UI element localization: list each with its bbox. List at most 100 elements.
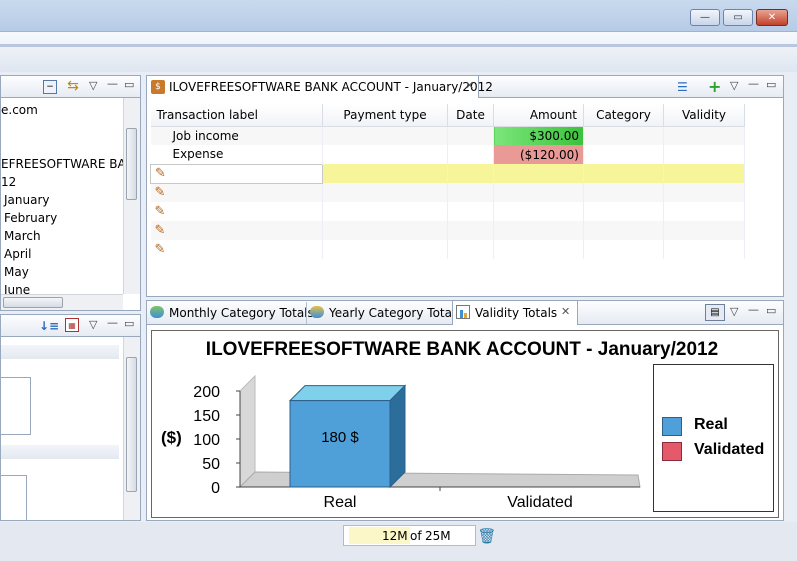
- close-window-button[interactable]: ✕: [756, 9, 788, 26]
- tree-item[interactable]: 12: [1, 175, 16, 189]
- empty-row[interactable]: ✎: [150, 240, 745, 259]
- view-menu-icon[interactable]: ▽: [730, 79, 738, 93]
- column-header[interactable]: Category: [583, 104, 664, 127]
- edit-cell[interactable]: [663, 164, 745, 183]
- legend-swatch-real: [662, 417, 682, 436]
- tree-item[interactable]: May: [4, 265, 29, 279]
- tab-title: ILOVEFREESOFTWARE BANK ACCOUNT - January…: [169, 80, 493, 94]
- bank-account-icon: $: [151, 80, 165, 94]
- transactions-table: Transaction label Payment type Date Amou…: [150, 104, 745, 259]
- table-row[interactable]: Job income $300.00: [150, 126, 745, 145]
- tree-item[interactable]: e.com: [1, 103, 38, 117]
- panel-strip: [1, 345, 119, 359]
- navigator-pane: − ⇆ ▽ — ▭ e.com EFREESOFTWARE BANK A 12 …: [0, 75, 141, 311]
- tab-label: Monthly Category Totals: [169, 306, 314, 320]
- tab-account[interactable]: $ ILOVEFREESOFTWARE BANK ACCOUNT - Janua…: [147, 76, 493, 98]
- panel-box: [1, 377, 31, 435]
- column-header[interactable]: Amount: [493, 104, 584, 127]
- pencil-icon: ✎: [154, 204, 166, 219]
- x-tick-label: Validated: [507, 494, 573, 511]
- maximize-view-icon[interactable]: ▭: [124, 317, 134, 331]
- transaction-label[interactable]: Expense: [150, 145, 323, 164]
- new-entry-input[interactable]: ✎: [150, 163, 323, 184]
- secondary-vertical-scrollbar[interactable]: [123, 337, 140, 520]
- minimize-view-icon[interactable]: —: [107, 316, 118, 330]
- y-tick-label: 0: [211, 480, 220, 497]
- minimize-view-icon[interactable]: —: [107, 77, 118, 91]
- tab-monthly-category-totals[interactable]: Monthly Category Totals: [147, 302, 314, 324]
- date-cell[interactable]: [447, 145, 494, 164]
- heap-used-text: 12M: [382, 529, 408, 543]
- chart-options-icon[interactable]: ▤: [705, 304, 725, 321]
- panel-box: [1, 475, 27, 521]
- tree-item[interactable]: March: [4, 229, 41, 243]
- tab-validity-totals[interactable]: Validity Totals ✕: [452, 301, 578, 325]
- scrollbar-thumb[interactable]: [126, 357, 137, 492]
- category-cell[interactable]: [583, 126, 664, 145]
- tree-item[interactable]: April: [4, 247, 31, 261]
- secondary-pane: ↓≡ ▦ ▽ — ▭: [0, 314, 141, 521]
- column-header[interactable]: Payment type: [322, 104, 448, 127]
- chart-area: ILOVEFREESOFTWARE BANK ACCOUNT - January…: [151, 330, 779, 518]
- edit-cell[interactable]: [322, 164, 448, 183]
- validity-cell[interactable]: [663, 145, 745, 164]
- tab-label: Validity Totals: [475, 306, 558, 320]
- garbage-collect-icon[interactable]: 🗑: [477, 527, 496, 545]
- add-transaction-icon[interactable]: +: [708, 77, 721, 96]
- calendar-icon[interactable]: ▦: [65, 318, 79, 332]
- maximize-button[interactable]: ▭: [723, 9, 753, 26]
- column-header[interactable]: Transaction label: [150, 104, 323, 127]
- tree-item[interactable]: EFREESOFTWARE BANK A: [1, 157, 123, 171]
- amount-cell[interactable]: ($120.00): [493, 145, 584, 164]
- payment-type-cell[interactable]: [322, 145, 448, 164]
- pencil-icon: ✎: [154, 223, 166, 238]
- validity-cell[interactable]: [663, 126, 745, 145]
- scrollbar-thumb[interactable]: [3, 297, 63, 308]
- y-tick-label: 100: [193, 432, 220, 449]
- tree-item[interactable]: February: [4, 211, 57, 225]
- column-header[interactable]: Validity: [663, 104, 745, 127]
- edit-cell[interactable]: [583, 164, 664, 183]
- collapse-all-icon[interactable]: −: [43, 80, 57, 94]
- tree-horizontal-scrollbar[interactable]: [1, 294, 123, 310]
- close-tab-icon[interactable]: ✕: [561, 305, 570, 318]
- date-cell[interactable]: [447, 126, 494, 145]
- totals-pane: Monthly Category Totals Yearly Category …: [146, 300, 784, 521]
- maximize-view-icon[interactable]: ▭: [766, 78, 776, 92]
- pie-chart-icon: [310, 306, 324, 318]
- view-menu-icon[interactable]: ▽: [730, 305, 738, 319]
- tree-vertical-scrollbar[interactable]: [123, 98, 140, 294]
- link-editor-icon[interactable]: ⇆: [65, 78, 81, 94]
- view-menu-icon[interactable]: ▽: [89, 318, 97, 332]
- heap-status[interactable]: 12M of 25M: [343, 525, 476, 546]
- pie-chart-icon: [150, 306, 164, 318]
- tree-item[interactable]: June: [4, 283, 30, 294]
- scrollbar-thumb[interactable]: [126, 128, 137, 200]
- bar-chart-icon: [456, 305, 470, 319]
- close-tab-icon[interactable]: ✕: [465, 79, 474, 92]
- tab-yearly-category-totals[interactable]: Yearly Category Totals: [306, 302, 462, 324]
- empty-row[interactable]: ✎: [150, 221, 745, 240]
- new-entry-row[interactable]: ✎: [150, 163, 745, 184]
- edit-cell[interactable]: [493, 164, 584, 183]
- view-menu-icon[interactable]: ▽: [89, 79, 97, 93]
- minimize-view-icon[interactable]: —: [748, 303, 759, 317]
- minimize-button[interactable]: —: [690, 9, 720, 26]
- account-tree: e.com EFREESOFTWARE BANK A 12 January Fe…: [1, 98, 123, 294]
- transaction-label[interactable]: Job income: [150, 126, 323, 145]
- empty-row[interactable]: ✎: [150, 183, 745, 202]
- navigator-header: − ⇆ ▽ — ▭: [1, 76, 140, 98]
- payment-type-cell[interactable]: [322, 126, 448, 145]
- maximize-view-icon[interactable]: ▭: [124, 78, 134, 92]
- minimize-view-icon[interactable]: —: [748, 77, 759, 91]
- list-view-icon[interactable]: ☰: [677, 80, 688, 94]
- tree-item[interactable]: January: [4, 193, 50, 207]
- sort-icon[interactable]: ↓≡: [39, 318, 59, 334]
- empty-row[interactable]: ✎: [150, 202, 745, 221]
- edit-cell[interactable]: [447, 164, 494, 183]
- category-cell[interactable]: [583, 145, 664, 164]
- column-header[interactable]: Date: [447, 104, 494, 127]
- table-row[interactable]: Expense ($120.00): [150, 145, 745, 164]
- amount-cell[interactable]: $300.00: [493, 126, 584, 145]
- maximize-view-icon[interactable]: ▭: [766, 304, 776, 318]
